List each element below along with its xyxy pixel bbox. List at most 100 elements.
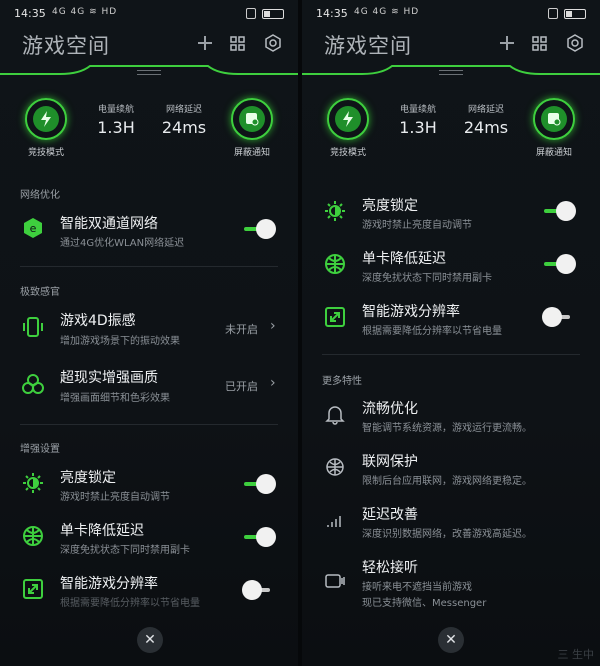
section-more: 更多特性 — [322, 376, 362, 387]
battery-icon — [262, 9, 284, 19]
resolution-title: 智能游戏分辨率 — [362, 304, 460, 320]
network-e-icon: e — [24, 218, 42, 238]
left-screen: 14:35 4G 4G ≋ HD 游戏空间 竞技模式 电量续航 1.3H 网络延… — [0, 0, 298, 666]
section-senses: 极致感官 — [20, 287, 60, 298]
brightness-icon — [325, 201, 345, 221]
dual-channel-toggle[interactable] — [242, 219, 276, 239]
right-screen: 14:35 4G 4G ≋ HD 游戏空间 竞技模式 电量续航 1.3H 网络延… — [302, 0, 600, 666]
resolution-toggle[interactable] — [242, 580, 276, 600]
smooth-sub: 智能调节系统资源，游戏运行更流畅。 — [362, 423, 532, 434]
status-bar: 14:35 4G 4G ≋ HD — [302, 4, 600, 24]
latency-label: 网络延迟 — [467, 105, 504, 115]
battery-value: 1.3H — [97, 118, 135, 137]
close-button[interactable]: ✕ — [438, 627, 464, 653]
brightness-sub: 游戏时禁止亮度自动调节 — [60, 492, 170, 503]
status-bar: 14:35 4G 4G ≋ HD — [0, 4, 298, 24]
drag-handle[interactable] — [439, 70, 463, 75]
block-notify-ring[interactable] — [231, 98, 273, 140]
grid-icon[interactable] — [230, 36, 246, 52]
resolution-sub: 根据需要降低分辨率以节省电量 — [362, 326, 502, 337]
latency-value: 24ms — [161, 118, 207, 137]
header-glow-line — [302, 65, 600, 75]
brightness-sub: 游戏时禁止亮度自动调节 — [362, 220, 472, 231]
hdr-sub: 增强画面细节和色彩效果 — [60, 393, 170, 404]
signal-indicators: 4G 4G ≋ HD — [354, 7, 420, 17]
globe-icon — [325, 254, 345, 274]
single-sim-sub: 深度免扰状态下同时禁用副卡 — [60, 545, 190, 556]
latency-label: 网络延迟 — [165, 105, 202, 115]
vibration-sub: 增加游戏场景下的振动效果 — [60, 336, 180, 347]
battery-icon — [564, 9, 586, 19]
vibration-title: 游戏4D振感 — [60, 313, 136, 329]
plus-icon[interactable] — [498, 34, 516, 52]
hexagon-gear-icon[interactable] — [566, 34, 584, 52]
brightness-title: 亮度锁定 — [60, 470, 116, 486]
page-title: 游戏空间 — [324, 34, 412, 58]
single-sim-title: 单卡降低延迟 — [362, 251, 446, 267]
signal-bars-icon — [327, 516, 341, 527]
mode-label: 竞技模式 — [27, 148, 64, 158]
net-protect-title: 联网保护 — [362, 454, 418, 470]
divider — [322, 354, 580, 355]
lightning-icon — [41, 111, 51, 127]
svg-text:e: e — [30, 222, 37, 235]
resolution-sub: 根据需要降低分辨率以节省电量 — [60, 598, 200, 609]
mode-ring[interactable] — [25, 98, 67, 140]
mode-ring[interactable] — [327, 98, 369, 140]
block-notification-icon — [246, 113, 259, 126]
resolution-toggle[interactable] — [542, 307, 576, 327]
signal-indicators: 4G 4G ≋ HD — [52, 7, 118, 17]
resize-icon — [23, 579, 43, 599]
single-sim-toggle[interactable] — [542, 254, 576, 274]
watermark: 三 生中 — [557, 648, 595, 661]
brightness-toggle[interactable] — [542, 201, 576, 221]
vibrate-icon — [548, 8, 558, 19]
block-notify-label: 屏蔽通知 — [535, 148, 572, 158]
drag-handle[interactable] — [137, 70, 161, 75]
brightness-icon — [23, 473, 43, 493]
status-time: 14:35 — [316, 7, 348, 20]
net-protect-sub: 限制后台应用联网，游戏网络更稳定。 — [362, 476, 532, 487]
globe-icon — [23, 526, 43, 546]
globe-outline-icon — [326, 458, 344, 476]
section-enhance: 增强设置 — [20, 444, 60, 455]
chevron-right-icon: › — [270, 375, 276, 391]
resize-icon — [325, 307, 345, 327]
mode-label: 竞技模式 — [329, 148, 366, 158]
block-notification-icon — [548, 113, 561, 126]
status-time: 14:35 — [14, 7, 46, 20]
delay-sub: 深度识别数据网络，改善游戏高延迟。 — [362, 529, 532, 540]
chevron-right-icon: › — [270, 318, 276, 334]
divider — [20, 266, 278, 267]
battery-value: 1.3H — [399, 118, 437, 137]
hexagon-gear-icon[interactable] — [264, 34, 282, 52]
divider — [20, 424, 278, 425]
single-sim-toggle[interactable] — [242, 527, 276, 547]
easy-answer-title: 轻松接听 — [362, 560, 418, 576]
block-notify-label: 屏蔽通知 — [233, 148, 270, 158]
header-glow-line — [0, 65, 298, 75]
plus-icon[interactable] — [196, 34, 214, 52]
brightness-title: 亮度锁定 — [362, 198, 418, 214]
page-title: 游戏空间 — [22, 34, 110, 58]
lightning-icon — [343, 111, 353, 127]
bell-icon — [325, 406, 345, 425]
phone-screen-icon — [325, 574, 345, 588]
brightness-toggle[interactable] — [242, 474, 276, 494]
easy-answer-sub2: 现已支持微信、Messenger — [362, 598, 487, 609]
single-sim-sub: 深度免扰状态下同时禁用副卡 — [362, 273, 492, 284]
hdr-title: 超现实增强画质 — [60, 370, 158, 386]
block-notify-ring[interactable] — [533, 98, 575, 140]
easy-answer-sub1: 接听来电不遮挡当前游戏 — [362, 582, 472, 593]
section-network: 网络优化 — [20, 190, 60, 201]
close-button[interactable]: ✕ — [137, 627, 163, 653]
vibrate-icon — [246, 8, 256, 19]
triple-circle-icon — [22, 374, 44, 394]
grid-icon[interactable] — [532, 36, 548, 52]
single-sim-title: 单卡降低延迟 — [60, 523, 144, 539]
smooth-title: 流畅优化 — [362, 401, 418, 417]
resolution-title: 智能游戏分辨率 — [60, 576, 158, 592]
hdr-value: 已开启 — [225, 380, 258, 393]
vibration-value: 未开启 — [225, 323, 258, 336]
dual-channel-sub: 通过4G优化WLAN网络延迟 — [60, 238, 185, 249]
